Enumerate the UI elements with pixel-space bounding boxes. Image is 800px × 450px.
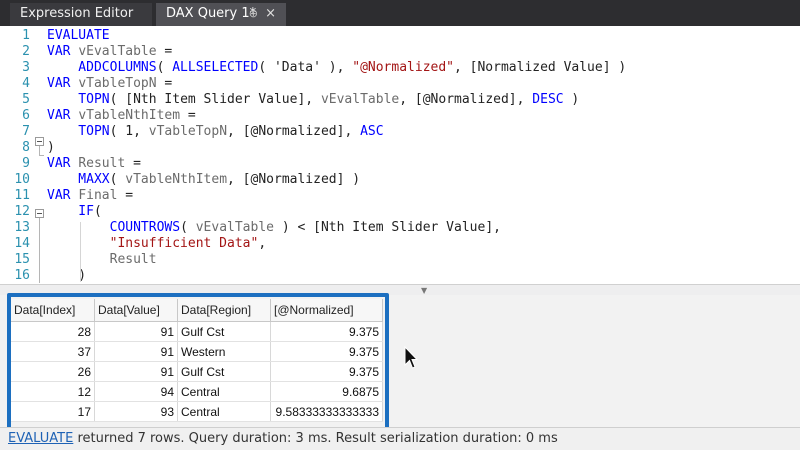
code-token: ( 'Data' ), [258,60,353,75]
line-number: 5 [22,92,30,107]
code-text: VAR vEvalTable = [47,44,172,60]
line-number: 16 [14,268,30,283]
code-token: "Insufficient Data" [47,236,259,251]
document-tab-bar: Expression Editor DAX Query 1* ⊕ × [0,0,800,26]
code-token: ( [93,204,102,219]
code-token: = [180,108,196,123]
code-token: ( [156,60,173,75]
code-token: vTableTopN [148,124,228,139]
line-number: 2 [22,44,30,59]
code-token: VAR [47,156,79,171]
code-token: VAR [47,188,79,203]
code-text: IF( [47,204,102,220]
line-number: 15 [14,252,30,267]
code-token: vTableNthItem [78,108,181,123]
code-text: VAR vTableNthItem = [47,108,196,124]
fold-toggle-icon[interactable] [35,137,44,146]
code-token: VAR [47,76,79,91]
code-text: VAR vTableTopN = [47,76,172,92]
fold-end [39,155,44,156]
code-token: ALLSELECTED [172,60,259,75]
code-token: ( [180,220,196,235]
code-token: Final [78,188,118,203]
line-number: 6 [22,108,30,123]
code-token: , [@Normalized], [227,124,361,139]
line-number: 1 [22,28,30,43]
code-token: ( 1, [109,124,149,139]
line-number: 11 [14,188,30,203]
indent-guide [80,222,81,282]
code-token: ) < [Nth Item Slider Value], [274,220,501,235]
code-token: = [156,76,173,91]
close-icon[interactable]: × [265,3,276,25]
code-text: VAR Final = [47,188,133,204]
status-bar: EVALUATE returned 7 rows. Query duration… [0,427,800,450]
code-token: ) [563,92,580,107]
code-token: ) [47,140,55,155]
line-number: 9 [22,156,30,171]
line-number: 10 [14,172,30,187]
code-text: COUNTROWS( vEvalTable ) < [Nth Item Slid… [47,220,501,236]
code-token: ADDCOLUMNS [47,60,157,75]
code-token: EVALUATE [47,28,110,43]
status-text: returned 7 rows. Query duration: 3 ms. R… [73,431,558,446]
code-text: TOPN( [Nth Item Slider Value], vEvalTabl… [47,92,579,108]
code-token: VAR [47,44,79,59]
tab-label: Expression Editor [20,6,134,21]
code-token: ASC [360,124,384,139]
line-number: 7 [22,124,30,139]
code-token: DESC [532,92,564,107]
code-token: vTableTopN [78,76,157,91]
code-token: MAXX [47,172,110,187]
dax-code-editor[interactable]: 1 EVALUATE 2 VAR vEvalTable = 3 ADDCOLUMNS( … [0,26,800,284]
code-text: TOPN( 1, vTableTopN, [@Normalized], ASC [47,124,384,140]
code-token: = [125,156,141,171]
line-number: 8 [22,140,30,155]
code-token: vEvalTable [320,92,400,107]
code-token: , [@Normalized] ) [227,172,361,187]
code-token: = [156,44,173,59]
tab-dax-query-1[interactable]: DAX Query 1* ⊕ × [156,3,286,26]
mouse-cursor-icon [404,346,418,369]
code-text: EVALUATE [47,28,110,44]
code-token: "@Normalized" [352,60,454,75]
code-token: IF [47,204,94,219]
code-token: = [117,188,134,203]
code-token: COUNTROWS [47,220,181,235]
code-token: vEvalTable [195,220,274,235]
line-number: 3 [22,60,30,75]
code-token: TOPN [47,92,110,107]
line-number: 14 [14,236,30,251]
code-text: Result [47,252,157,268]
tab-expression-editor[interactable]: Expression Editor [10,3,152,26]
code-text: ) [47,140,55,156]
fold-toggle-icon[interactable] [35,209,44,218]
code-token: , [@Normalized], [399,92,533,107]
code-token: ( [Nth Item Slider Value], [109,92,321,107]
tab-label: DAX Query 1* [166,6,257,21]
line-number: 13 [14,220,30,235]
line-number: 12 [14,204,30,219]
code-text: MAXX( vTableNthItem, [@Normalized] ) [47,172,360,188]
code-text: ADDCOLUMNS( ALLSELECTED( 'Data' ), "@Nor… [47,60,626,76]
code-token: Result [47,252,157,267]
code-token: , [258,236,267,251]
collapse-arrow-icon[interactable]: ▼ [421,286,427,295]
line-number: 4 [22,76,30,91]
code-text: VAR Result = [47,156,141,172]
code-token: ( [109,172,126,187]
code-token: VAR [47,108,79,123]
evaluate-link[interactable]: EVALUATE [8,431,73,446]
code-token: TOPN [47,124,110,139]
highlight-box [7,293,389,433]
code-token: Result [78,156,126,171]
code-token: vEvalTable [78,44,157,59]
code-token: vTableNthItem [125,172,228,187]
code-token: , [Normalized Value] ) [454,60,627,75]
fold-line [39,218,40,283]
pin-icon[interactable]: ⊕ [249,3,258,25]
